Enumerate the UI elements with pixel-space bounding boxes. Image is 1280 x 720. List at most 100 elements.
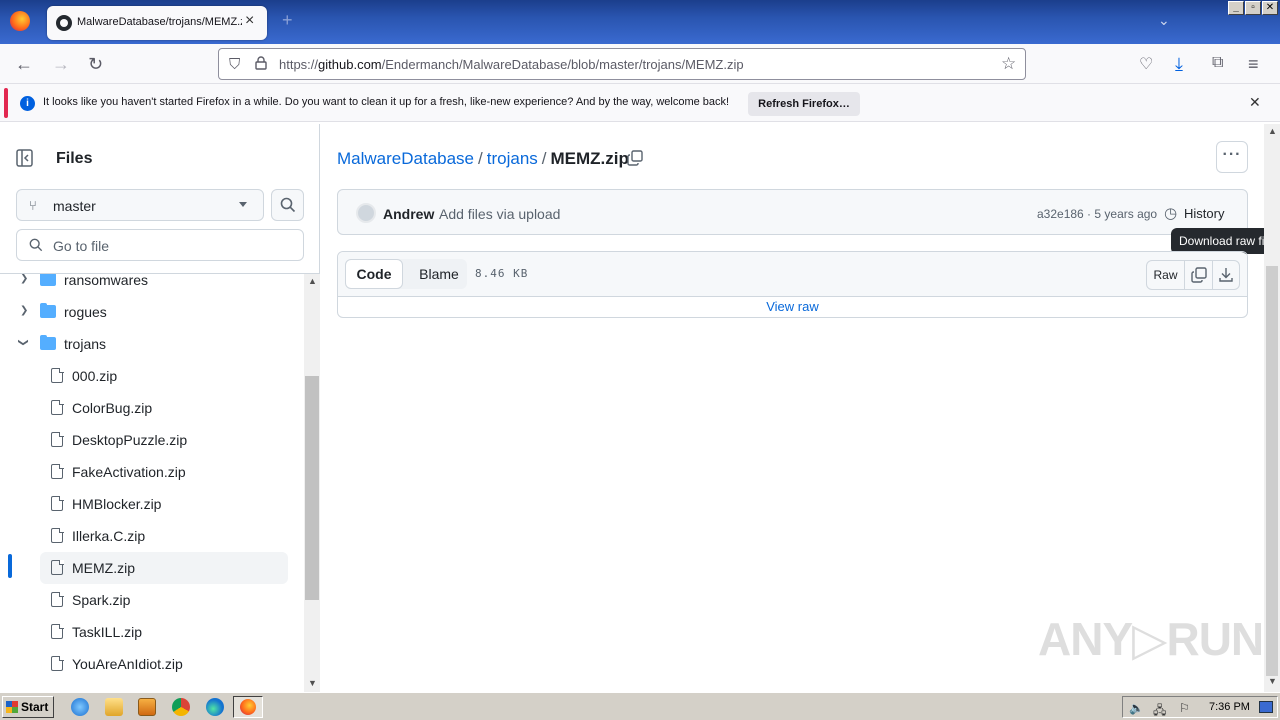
- tab-title: MalwareDatabase/trojans/MEMZ.zip: [77, 16, 242, 28]
- tracking-shield-icon[interactable]: ⛉: [229, 56, 240, 73]
- tab-close-icon[interactable]: ×: [245, 12, 254, 30]
- forward-arrow-icon[interactable]: →: [52, 54, 70, 75]
- go-to-file-input[interactable]: Go to file: [16, 229, 304, 261]
- scroll-up-arrow-icon[interactable]: ▲: [1268, 126, 1277, 136]
- new-tab-button[interactable]: +: [282, 10, 293, 31]
- breadcrumb: MalwareDatabase / trojans / MEMZ.zip: [337, 149, 629, 169]
- chevron-down-icon[interactable]: ❯: [18, 338, 29, 346]
- tree-item-label: Spark.zip: [72, 592, 131, 608]
- close-notification-icon[interactable]: ✕: [1249, 94, 1261, 111]
- file-explorer-icon[interactable]: [105, 698, 123, 716]
- search-button[interactable]: [271, 189, 304, 221]
- menu-hamburger-icon[interactable]: ≡: [1248, 54, 1259, 75]
- show-desktop-icon[interactable]: [1259, 701, 1273, 713]
- taskbar-firefox-active[interactable]: [233, 696, 263, 718]
- file-viewer: Code Blame 8.46 KB Raw View raw: [337, 251, 1248, 318]
- tree-file-000[interactable]: 000.zip: [0, 360, 304, 392]
- tree-file-fakeactivation[interactable]: FakeActivation.zip: [0, 456, 304, 488]
- tree-file-spark[interactable]: Spark.zip: [0, 584, 304, 616]
- start-label: Start: [21, 700, 49, 714]
- tree-file-desktoppuzzle[interactable]: DesktopPuzzle.zip: [0, 424, 304, 456]
- back-arrow-icon[interactable]: ←: [15, 54, 33, 75]
- page-scrollbar[interactable]: ▲ ▼: [1264, 124, 1280, 692]
- breadcrumb-repo-link[interactable]: MalwareDatabase: [337, 149, 474, 168]
- pocket-icon[interactable]: ♡: [1139, 54, 1153, 74]
- file-icon: [51, 463, 64, 479]
- notification-message: It looks like you haven't started Firefo…: [43, 96, 730, 108]
- start-button[interactable]: Start: [2, 696, 54, 718]
- firefox-icon: [240, 699, 256, 715]
- volume-icon[interactable]: 🔈: [1129, 701, 1144, 715]
- scrollbar-thumb[interactable]: [1266, 266, 1278, 676]
- go-to-file-placeholder: Go to file: [53, 238, 110, 254]
- raw-button[interactable]: Raw: [1147, 261, 1185, 289]
- more-options-button[interactable]: ···: [1216, 141, 1248, 173]
- list-all-tabs-icon[interactable]: ⌄: [1158, 12, 1170, 29]
- tree-item-label: TaskILL.zip: [72, 624, 143, 640]
- scroll-down-arrow-icon[interactable]: ▼: [308, 678, 317, 688]
- file-icon: [51, 527, 64, 543]
- edge-icon[interactable]: [206, 698, 224, 716]
- avatar[interactable]: [356, 203, 376, 223]
- tree-folder-trojans[interactable]: ❯ trojans: [0, 328, 304, 360]
- chrome-icon[interactable]: [172, 698, 190, 716]
- internet-explorer-icon[interactable]: [71, 698, 89, 716]
- tree-item-label: MEMZ.zip: [72, 560, 135, 576]
- search-icon: [280, 197, 296, 213]
- tab-code[interactable]: Code: [345, 259, 403, 289]
- tree-file-memz-selected[interactable]: MEMZ.zip: [40, 552, 288, 584]
- browser-tab[interactable]: MalwareDatabase/trojans/MEMZ.zip ×: [47, 6, 267, 40]
- copy-raw-button[interactable]: [1185, 261, 1213, 289]
- breadcrumb-separator: /: [541, 149, 547, 168]
- extensions-icon[interactable]: ⧉: [1212, 54, 1223, 72]
- chevron-right-icon[interactable]: ❯: [20, 305, 28, 316]
- media-player-icon[interactable]: [138, 698, 156, 716]
- folder-icon: [40, 274, 56, 286]
- info-icon: i: [20, 96, 35, 111]
- commit-message[interactable]: Add files via upload: [439, 206, 560, 222]
- tree-folder-rogues[interactable]: ❯ rogues: [0, 296, 304, 328]
- tree-file-hmblocker[interactable]: HMBlocker.zip: [0, 488, 304, 520]
- downloads-icon[interactable]: ⤓: [1175, 54, 1183, 75]
- clock[interactable]: 7:36 PM: [1209, 701, 1250, 713]
- network-icon[interactable]: 🖧: [1153, 701, 1166, 720]
- commit-author[interactable]: Andrew: [383, 206, 434, 222]
- tree-item-label: FakeActivation.zip: [72, 464, 186, 480]
- chevron-right-icon[interactable]: ❯: [20, 274, 28, 284]
- view-raw-link[interactable]: View raw: [338, 299, 1247, 314]
- scroll-down-arrow-icon[interactable]: ▼: [1268, 676, 1277, 686]
- tree-item-label: ColorBug.zip: [72, 400, 153, 416]
- history-icon[interactable]: ◷: [1164, 204, 1177, 222]
- notification-bar: i It looks like you haven't started Fire…: [0, 84, 1280, 122]
- tree-file-youareanidiot[interactable]: YouAreAnIdiot.zip: [0, 648, 304, 680]
- flag-notification-icon[interactable]: ⚐: [1179, 701, 1190, 715]
- branch-selector[interactable]: ⑂ master: [16, 189, 264, 221]
- tree-file-colorbug[interactable]: ColorBug.zip: [0, 392, 304, 424]
- tree-folder-ransomwares[interactable]: ❯ ransomwares: [0, 274, 304, 296]
- copy-path-icon[interactable]: [627, 150, 643, 166]
- breadcrumb-folder-link[interactable]: trojans: [487, 149, 538, 168]
- maximize-window-button[interactable]: ▫: [1245, 1, 1261, 15]
- lock-icon[interactable]: [255, 56, 267, 70]
- tree-item-label: ransomwares: [64, 274, 149, 288]
- tree-file-taskill[interactable]: TaskILL.zip: [0, 616, 304, 648]
- collapse-sidebar-icon[interactable]: [16, 148, 48, 168]
- download-raw-button[interactable]: [1213, 261, 1239, 289]
- bookmark-star-icon[interactable]: ☆: [1001, 54, 1016, 74]
- scroll-up-arrow-icon[interactable]: ▲: [308, 276, 317, 286]
- sidebar-scrollbar[interactable]: ▲ ▼: [304, 274, 320, 692]
- url-text[interactable]: https://github.com/Endermanch/MalwareDat…: [279, 57, 744, 72]
- commit-sha-time[interactable]: a32e186 · 5 years ago: [1037, 207, 1157, 221]
- tab-blame[interactable]: Blame: [411, 259, 467, 289]
- tree-file-illerka[interactable]: Illerka.C.zip: [0, 520, 304, 552]
- firefox-logo-icon[interactable]: [10, 11, 30, 31]
- history-button[interactable]: History: [1184, 206, 1224, 221]
- scrollbar-thumb[interactable]: [305, 376, 319, 600]
- url-bar[interactable]: ⛉ https://github.com/Endermanch/MalwareD…: [218, 48, 1026, 80]
- system-tray: 🔈 🖧 ⚐ 7:36 PM: [1122, 696, 1278, 718]
- raw-actions-group: Raw: [1146, 260, 1240, 290]
- refresh-firefox-button[interactable]: Refresh Firefox…: [748, 92, 860, 116]
- minimize-window-button[interactable]: _: [1228, 1, 1244, 15]
- close-window-button[interactable]: ✕: [1262, 1, 1278, 15]
- reload-icon[interactable]: ↻: [88, 54, 103, 75]
